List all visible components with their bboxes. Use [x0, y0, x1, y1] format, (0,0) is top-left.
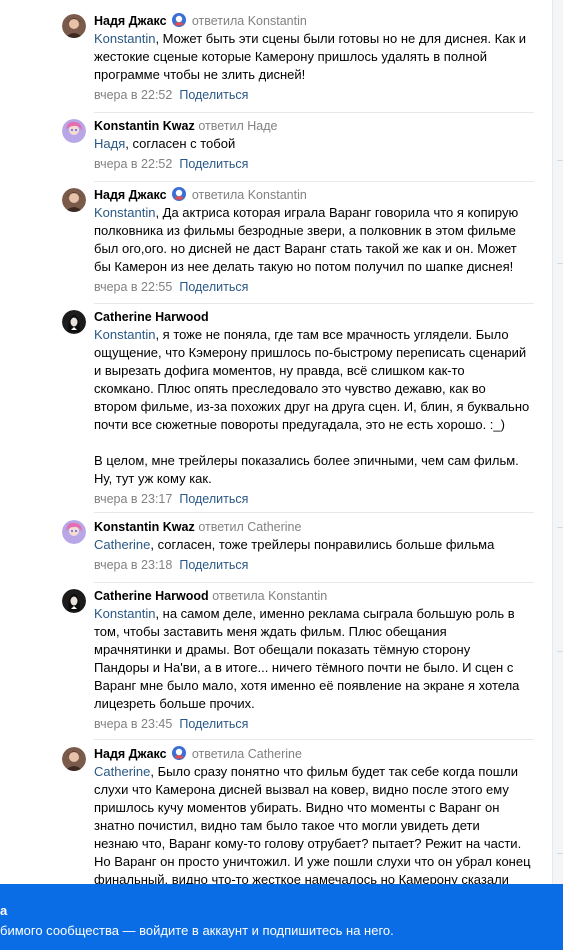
avatar-badge-icon: [172, 187, 187, 201]
comment-body: , Было сразу понятно что фильм будет так…: [94, 764, 531, 887]
comment-divider: [94, 739, 534, 740]
comment-divider: [94, 582, 534, 583]
replied-to-text[interactable]: ответила Konstantin: [192, 188, 307, 202]
comment-author[interactable]: Надя Джакс: [94, 747, 167, 761]
comment-author[interactable]: Konstantin Kwaz: [94, 520, 195, 534]
comment-divider: [94, 112, 534, 113]
dark-avatar[interactable]: [62, 589, 86, 613]
comment-body: , я тоже не поняла, где там все мрачност…: [94, 327, 530, 486]
banner-text: бимого сообщества — войдите в аккаунт и …: [0, 923, 394, 938]
comment-text: Надя, согласен с тобой: [94, 135, 534, 153]
replied-to-text[interactable]: ответил Наде: [198, 119, 277, 133]
mention-link[interactable]: Catherine: [94, 764, 150, 779]
replied-to-text[interactable]: ответила Konstantin: [192, 14, 307, 28]
comment-body: , Да актриса которая играла Варанг говор…: [94, 205, 519, 274]
mention-link[interactable]: Konstantin: [94, 606, 155, 621]
comment-text: Konstantin, на самом деле, именно реклам…: [94, 605, 534, 713]
comment-time[interactable]: вчера в 23:45: [94, 717, 172, 731]
comment-author[interactable]: Catherine Harwood: [94, 589, 209, 603]
comment-text: Konstantin, я тоже не поняла, где там вс…: [94, 326, 534, 488]
dark-avatar[interactable]: [62, 310, 86, 334]
anime-avatar[interactable]: [62, 119, 86, 143]
share-link[interactable]: Поделиться: [179, 88, 248, 102]
comment-divider: [94, 181, 534, 182]
gutter-tick: [557, 527, 563, 528]
gutter-tick: [557, 160, 563, 161]
comment-text: Konstantin, Да актриса которая играла Ва…: [94, 204, 534, 276]
right-gutter: [553, 0, 563, 950]
comment-time[interactable]: вчера в 23:17: [94, 492, 172, 506]
comment-time[interactable]: вчера в 22:52: [94, 157, 172, 171]
comment-body: , согласен, тоже трейлеры понравились бо…: [150, 537, 495, 552]
comment-time[interactable]: вчера в 23:18: [94, 558, 172, 572]
comment-text: Konstantin, Может быть эти сцены были го…: [94, 30, 534, 84]
comment-time[interactable]: вчера в 22:52: [94, 88, 172, 102]
banner-title: а: [0, 903, 8, 918]
woman-avatar[interactable]: [62, 747, 86, 771]
anime-avatar[interactable]: [62, 520, 86, 544]
share-link[interactable]: Поделиться: [179, 280, 248, 294]
share-link[interactable]: Поделиться: [179, 492, 248, 506]
mention-link[interactable]: Konstantin: [94, 327, 155, 342]
mention-link[interactable]: Надя: [94, 136, 125, 151]
comment-time[interactable]: вчера в 22:55: [94, 280, 172, 294]
replied-to-text[interactable]: ответил Catherine: [198, 520, 301, 534]
gutter-tick: [557, 263, 563, 264]
share-link[interactable]: Поделиться: [179, 157, 248, 171]
comment-author[interactable]: Konstantin Kwaz: [94, 119, 195, 133]
mention-link[interactable]: Catherine: [94, 537, 150, 552]
comment-author[interactable]: Надя Джакс: [94, 188, 167, 202]
avatar-badge-icon: [172, 746, 187, 760]
comment-author[interactable]: Catherine Harwood: [94, 310, 209, 324]
comment-body: , согласен с тобой: [125, 136, 236, 151]
gutter-tick: [557, 853, 563, 854]
replied-to-text[interactable]: ответила Konstantin: [212, 589, 327, 603]
avatar-badge-icon: [172, 13, 187, 27]
comment-body: , Может быть эти сцены были готовы но не…: [94, 31, 527, 82]
comment-divider: [94, 512, 534, 513]
woman-avatar[interactable]: [62, 14, 86, 38]
mention-link[interactable]: Konstantin: [94, 205, 155, 220]
woman-avatar[interactable]: [62, 188, 86, 212]
comment-text: Catherine, Было сразу понятно что фильм …: [94, 763, 534, 889]
share-link[interactable]: Поделиться: [179, 558, 248, 572]
mention-link[interactable]: Konstantin: [94, 31, 155, 46]
gutter-tick: [557, 651, 563, 652]
comment-text: Catherine, согласен, тоже трейлеры понра…: [94, 536, 534, 554]
comment-divider: [94, 303, 534, 304]
replied-to-text[interactable]: ответила Catherine: [192, 747, 302, 761]
comment-body: , на самом деле, именно реклама сыграла …: [94, 606, 520, 711]
subscribe-banner[interactable]: а бимого сообщества — войдите в аккаунт …: [0, 884, 563, 950]
share-link[interactable]: Поделиться: [179, 717, 248, 731]
comment-author[interactable]: Надя Джакс: [94, 14, 167, 28]
